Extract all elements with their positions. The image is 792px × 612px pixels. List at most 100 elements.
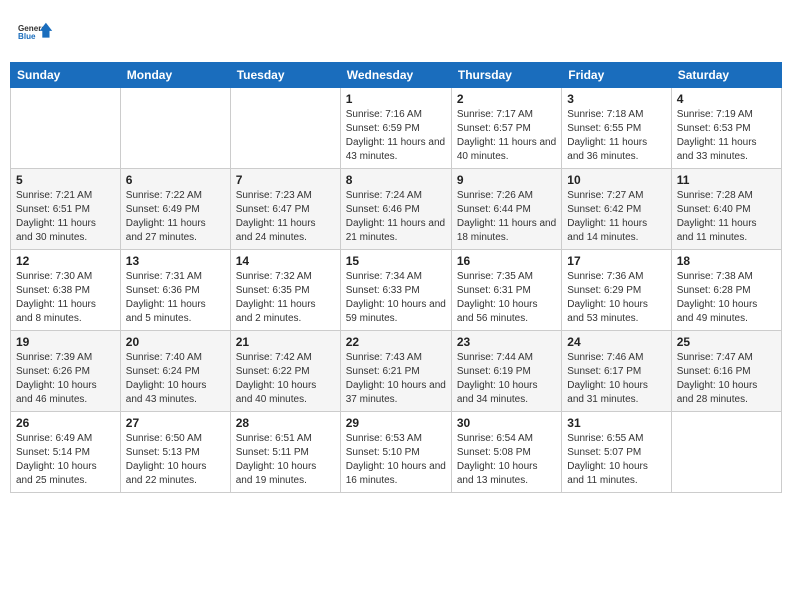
calendar-cell bbox=[120, 88, 230, 169]
calendar-week-1: 1 Sunrise: 7:16 AM Sunset: 6:59 PM Daylig… bbox=[11, 88, 782, 169]
day-info: Sunrise: 7:19 AM Sunset: 6:53 PM Dayligh… bbox=[677, 108, 776, 164]
day-info: Sunrise: 6:50 AM Sunset: 5:13 PM Dayligh… bbox=[126, 432, 225, 488]
column-header-saturday: Saturday bbox=[671, 63, 781, 88]
day-number: 13 bbox=[126, 254, 225, 268]
day-info: Sunrise: 7:18 AM Sunset: 6:55 PM Dayligh… bbox=[567, 108, 665, 164]
calendar-cell: 29Sunrise: 6:53 AM Sunset: 5:10 PM Dayli… bbox=[340, 412, 451, 493]
calendar-cell: 28 Sunrise: 6:51 AM Sunset: 5:11 PM Dayli… bbox=[230, 412, 340, 493]
day-number: 29 bbox=[346, 416, 446, 430]
day-info: Sunrise: 7:31 AM Sunset: 6:36 PM Dayligh… bbox=[126, 270, 225, 326]
day-info: Sunrise: 7:23 AM Sunset: 6:47 PM Dayligh… bbox=[236, 189, 335, 245]
day-info: Sunrise: 7:46 AM Sunset: 6:17 PM Dayligh… bbox=[567, 351, 665, 407]
day-number: 24 bbox=[567, 335, 665, 349]
day-info: Sunrise: 7:39 AM Sunset: 6:26 PM Dayligh… bbox=[16, 351, 115, 407]
day-info: Sunrise: 7:28 AM Sunset: 6:40 PM Dayligh… bbox=[677, 189, 776, 245]
day-number: 7 bbox=[236, 173, 335, 187]
calendar-cell: 25 Sunrise: 7:47 AM Sunset: 6:16 PM Dayli… bbox=[671, 331, 781, 412]
calendar-cell: 26 Sunrise: 6:49 AM Sunset: 5:14 PM Dayli… bbox=[11, 412, 121, 493]
calendar-cell: 15Sunrise: 7:34 AM Sunset: 6:33 PM Dayli… bbox=[340, 250, 451, 331]
day-number: 10 bbox=[567, 173, 665, 187]
calendar-week-3: 12Sunrise: 7:30 AM Sunset: 6:38 PM Dayli… bbox=[11, 250, 782, 331]
calendar-cell: 12Sunrise: 7:30 AM Sunset: 6:38 PM Dayli… bbox=[11, 250, 121, 331]
column-header-friday: Friday bbox=[562, 63, 671, 88]
calendar-table: SundayMondayTuesdayWednesdayThursdayFrid… bbox=[10, 62, 782, 493]
day-info: Sunrise: 7:42 AM Sunset: 6:22 PM Dayligh… bbox=[236, 351, 335, 407]
calendar-header-row: SundayMondayTuesdayWednesdayThursdayFrid… bbox=[11, 63, 782, 88]
column-header-monday: Monday bbox=[120, 63, 230, 88]
day-number: 4 bbox=[677, 92, 776, 106]
day-info: Sunrise: 7:32 AM Sunset: 6:35 PM Dayligh… bbox=[236, 270, 335, 326]
day-number: 2 bbox=[457, 92, 556, 106]
column-header-tuesday: Tuesday bbox=[230, 63, 340, 88]
calendar-cell bbox=[11, 88, 121, 169]
column-header-thursday: Thursday bbox=[451, 63, 561, 88]
day-number: 25 bbox=[677, 335, 776, 349]
day-number: 23 bbox=[457, 335, 556, 349]
day-number: 9 bbox=[457, 173, 556, 187]
calendar-cell: 24 Sunrise: 7:46 AM Sunset: 6:17 PM Dayli… bbox=[562, 331, 671, 412]
day-info: Sunrise: 7:30 AM Sunset: 6:38 PM Dayligh… bbox=[16, 270, 115, 326]
calendar-cell: 3 Sunrise: 7:18 AM Sunset: 6:55 PM Daylig… bbox=[562, 88, 671, 169]
day-info: Sunrise: 6:54 AM Sunset: 5:08 PM Dayligh… bbox=[457, 432, 556, 488]
day-number: 28 bbox=[236, 416, 335, 430]
logo-icon: GeneralBlue bbox=[18, 14, 54, 50]
calendar-cell: 13 Sunrise: 7:31 AM Sunset: 6:36 PM Dayli… bbox=[120, 250, 230, 331]
day-info: Sunrise: 7:17 AM Sunset: 6:57 PM Dayligh… bbox=[457, 108, 556, 164]
calendar-cell: 21 Sunrise: 7:42 AM Sunset: 6:22 PM Dayli… bbox=[230, 331, 340, 412]
day-info: Sunrise: 7:43 AM Sunset: 6:21 PM Dayligh… bbox=[346, 351, 446, 407]
calendar-cell: 17Sunrise: 7:36 AM Sunset: 6:29 PM Dayli… bbox=[562, 250, 671, 331]
calendar-cell: 9Sunrise: 7:26 AM Sunset: 6:44 PM Daylig… bbox=[451, 169, 561, 250]
day-info: Sunrise: 7:44 AM Sunset: 6:19 PM Dayligh… bbox=[457, 351, 556, 407]
day-number: 22 bbox=[346, 335, 446, 349]
calendar-week-2: 5 Sunrise: 7:21 AM Sunset: 6:51 PM Daylig… bbox=[11, 169, 782, 250]
day-number: 8 bbox=[346, 173, 446, 187]
day-number: 30 bbox=[457, 416, 556, 430]
day-number: 11 bbox=[677, 173, 776, 187]
day-number: 1 bbox=[346, 92, 446, 106]
calendar-cell: 23 Sunrise: 7:44 AM Sunset: 6:19 PM Dayli… bbox=[451, 331, 561, 412]
calendar-cell: 4 Sunrise: 7:19 AM Sunset: 6:53 PM Daylig… bbox=[671, 88, 781, 169]
day-info: Sunrise: 7:38 AM Sunset: 6:28 PM Dayligh… bbox=[677, 270, 776, 326]
day-number: 18 bbox=[677, 254, 776, 268]
page-header: GeneralBlue bbox=[10, 10, 782, 54]
day-number: 31 bbox=[567, 416, 665, 430]
calendar-cell: 22 Sunrise: 7:43 AM Sunset: 6:21 PM Dayli… bbox=[340, 331, 451, 412]
column-header-sunday: Sunday bbox=[11, 63, 121, 88]
calendar-cell: 5 Sunrise: 7:21 AM Sunset: 6:51 PM Daylig… bbox=[11, 169, 121, 250]
day-info: Sunrise: 7:27 AM Sunset: 6:42 PM Dayligh… bbox=[567, 189, 665, 245]
calendar-cell bbox=[671, 412, 781, 493]
column-header-wednesday: Wednesday bbox=[340, 63, 451, 88]
day-number: 27 bbox=[126, 416, 225, 430]
calendar-cell: 8 Sunrise: 7:24 AM Sunset: 6:46 PM Daylig… bbox=[340, 169, 451, 250]
day-number: 14 bbox=[236, 254, 335, 268]
calendar-cell: 6Sunrise: 7:22 AM Sunset: 6:49 PM Daylig… bbox=[120, 169, 230, 250]
calendar-cell: 11 Sunrise: 7:28 AM Sunset: 6:40 PM Dayli… bbox=[671, 169, 781, 250]
calendar-cell: 16Sunrise: 7:35 AM Sunset: 6:31 PM Dayli… bbox=[451, 250, 561, 331]
day-info: Sunrise: 7:21 AM Sunset: 6:51 PM Dayligh… bbox=[16, 189, 115, 245]
day-number: 17 bbox=[567, 254, 665, 268]
day-number: 5 bbox=[16, 173, 115, 187]
day-number: 20 bbox=[126, 335, 225, 349]
day-number: 3 bbox=[567, 92, 665, 106]
svg-text:Blue: Blue bbox=[18, 32, 36, 41]
calendar-cell: 27 Sunrise: 6:50 AM Sunset: 5:13 PM Dayli… bbox=[120, 412, 230, 493]
day-info: Sunrise: 7:16 AM Sunset: 6:59 PM Dayligh… bbox=[346, 108, 446, 164]
calendar-week-4: 19 Sunrise: 7:39 AM Sunset: 6:26 PM Dayli… bbox=[11, 331, 782, 412]
day-info: Sunrise: 6:51 AM Sunset: 5:11 PM Dayligh… bbox=[236, 432, 335, 488]
day-number: 26 bbox=[16, 416, 115, 430]
day-number: 16 bbox=[457, 254, 556, 268]
day-info: Sunrise: 7:24 AM Sunset: 6:46 PM Dayligh… bbox=[346, 189, 446, 245]
day-number: 19 bbox=[16, 335, 115, 349]
day-info: Sunrise: 6:49 AM Sunset: 5:14 PM Dayligh… bbox=[16, 432, 115, 488]
day-number: 21 bbox=[236, 335, 335, 349]
calendar-cell: 18 Sunrise: 7:38 AM Sunset: 6:28 PM Dayli… bbox=[671, 250, 781, 331]
day-info: Sunrise: 6:55 AM Sunset: 5:07 PM Dayligh… bbox=[567, 432, 665, 488]
day-number: 6 bbox=[126, 173, 225, 187]
calendar-cell: 14 Sunrise: 7:32 AM Sunset: 6:35 PM Dayli… bbox=[230, 250, 340, 331]
calendar-cell: 31 Sunrise: 6:55 AM Sunset: 5:07 PM Dayli… bbox=[562, 412, 671, 493]
day-number: 15 bbox=[346, 254, 446, 268]
calendar-cell: 1 Sunrise: 7:16 AM Sunset: 6:59 PM Daylig… bbox=[340, 88, 451, 169]
day-info: Sunrise: 7:47 AM Sunset: 6:16 PM Dayligh… bbox=[677, 351, 776, 407]
logo: GeneralBlue bbox=[18, 14, 58, 50]
calendar-cell bbox=[230, 88, 340, 169]
